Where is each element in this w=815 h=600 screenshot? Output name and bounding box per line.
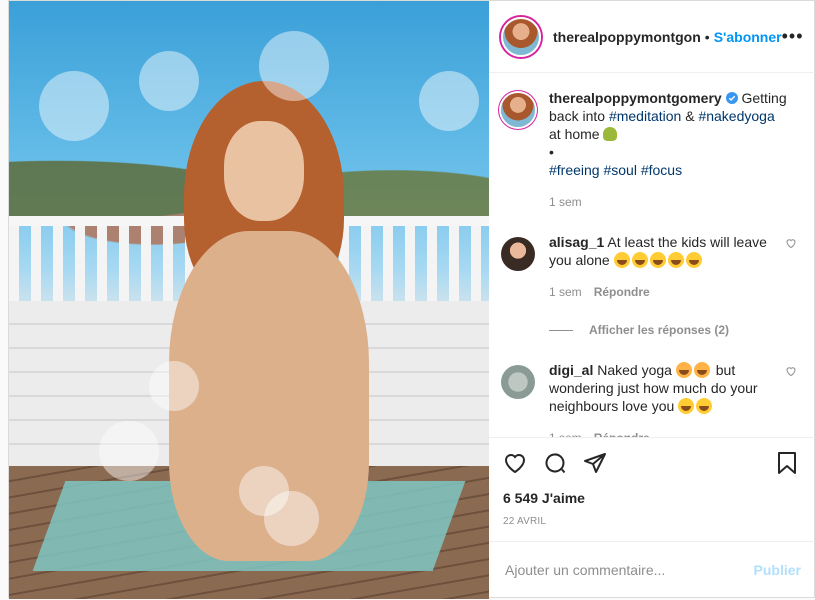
verified-badge-icon bbox=[725, 92, 738, 104]
likes-count[interactable]: 6 549 J'aime bbox=[503, 490, 799, 506]
hashtag-soul[interactable]: #soul bbox=[603, 162, 636, 178]
post-date[interactable]: 22 AVRIL bbox=[503, 516, 799, 527]
publish-button[interactable]: Publier bbox=[754, 562, 801, 578]
comment-meta: 1 sem Répondre bbox=[549, 429, 777, 437]
post-header: therealpoppymontgon • S'abonner ••• bbox=[489, 1, 815, 73]
caption-meta: 1 sem bbox=[549, 193, 799, 211]
comment-text: digi_al Naked yoga but wondering just ho… bbox=[549, 361, 777, 437]
comment-like-icon[interactable] bbox=[785, 365, 799, 437]
comment-username[interactable]: alisag_1 bbox=[549, 234, 604, 250]
more-icon[interactable]: ••• bbox=[782, 26, 804, 47]
caption-bullet: • bbox=[549, 144, 554, 160]
comment-body: Naked yoga bbox=[597, 362, 672, 378]
replies-divider bbox=[549, 329, 573, 331]
follow-button[interactable]: S'abonner bbox=[714, 29, 782, 45]
commenter-avatar[interactable] bbox=[501, 237, 535, 271]
post-photo[interactable] bbox=[9, 1, 489, 599]
kiss-emoji-icon bbox=[675, 362, 712, 378]
comment-like-icon[interactable] bbox=[785, 237, 799, 301]
share-icon[interactable] bbox=[583, 451, 607, 475]
author-avatar[interactable] bbox=[501, 16, 541, 57]
post-actions: 6 549 J'aime 22 AVRIL bbox=[489, 437, 815, 527]
reply-button[interactable]: Répondre bbox=[594, 283, 650, 301]
comments-list: therealpoppymontgomery Getting back into… bbox=[489, 73, 815, 437]
hashtag-nakedyoga[interactable]: #nakedyoga bbox=[698, 108, 774, 124]
view-replies-button[interactable]: Afficher les réponses (2) bbox=[549, 323, 799, 337]
heart-icon[interactable] bbox=[503, 451, 527, 475]
comment-time[interactable]: 1 sem bbox=[549, 283, 582, 301]
post-sidebar: therealpoppymontgon • S'abonner ••• ther… bbox=[489, 1, 815, 597]
hashtag-focus[interactable]: #focus bbox=[641, 162, 682, 178]
comment-text: alisag_1 At least the kids will leave yo… bbox=[549, 233, 777, 301]
bookmark-icon[interactable] bbox=[775, 451, 799, 475]
post-card: therealpoppymontgon • S'abonner ••• ther… bbox=[8, 0, 815, 599]
caption-username[interactable]: therealpoppymontgomery bbox=[549, 90, 722, 106]
comment-time[interactable]: 1 sem bbox=[549, 429, 582, 437]
caption-text: therealpoppymontgomery Getting back into… bbox=[549, 89, 799, 211]
caption-row: therealpoppymontgomery Getting back into… bbox=[501, 89, 799, 211]
hashtag-meditation[interactable]: #meditation bbox=[609, 108, 681, 124]
grin-emoji-icon bbox=[678, 398, 714, 414]
commenter-avatar[interactable] bbox=[501, 365, 535, 399]
author-username[interactable]: therealpoppymontgon bbox=[553, 29, 701, 45]
comment-row: alisag_1 At least the kids will leave yo… bbox=[501, 233, 799, 301]
comment-row: digi_al Naked yoga but wondering just ho… bbox=[501, 361, 799, 437]
caption-avatar[interactable] bbox=[501, 93, 535, 127]
comment-input[interactable] bbox=[505, 561, 754, 578]
header-separator: • bbox=[704, 28, 710, 45]
comment-icon[interactable] bbox=[543, 451, 567, 475]
caption-time[interactable]: 1 sem bbox=[549, 193, 582, 211]
reply-button[interactable]: Répondre bbox=[594, 429, 650, 437]
hashtag-freeing[interactable]: #freeing bbox=[549, 162, 600, 178]
action-icons bbox=[503, 448, 799, 478]
caption-tail: at home bbox=[549, 126, 600, 142]
caption-amp: & bbox=[685, 108, 695, 124]
comment-meta: 1 sem Répondre bbox=[549, 283, 777, 301]
grin-emoji-icon bbox=[613, 252, 704, 268]
add-comment-bar: Publier bbox=[489, 541, 815, 597]
view-replies-label: Afficher les réponses (2) bbox=[589, 323, 730, 337]
yoga-emoji-icon bbox=[603, 127, 618, 141]
comment-username[interactable]: digi_al bbox=[549, 362, 593, 378]
